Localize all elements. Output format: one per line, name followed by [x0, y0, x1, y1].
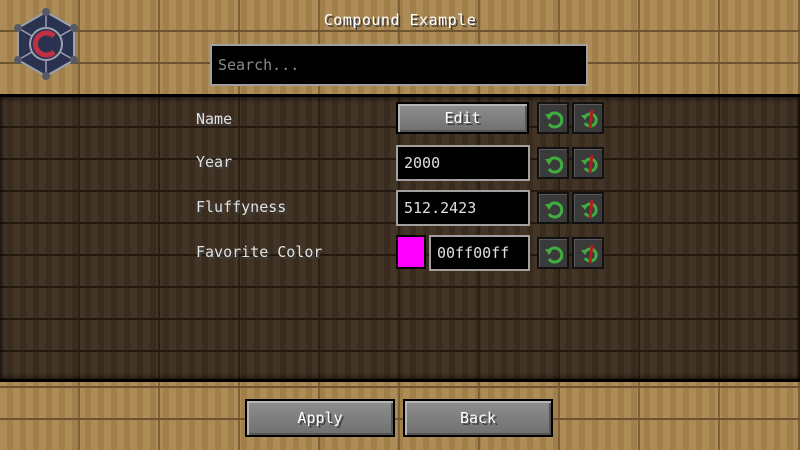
- config-row-year: Year 2000: [0, 145, 800, 181]
- undo-arrow-icon: [545, 111, 564, 129]
- fluffyness-input[interactable]: 512.2423: [396, 190, 530, 226]
- reset-default-icon: [581, 109, 598, 129]
- row-label: Name: [196, 110, 233, 128]
- config-row-name: Name Edit: [0, 102, 800, 136]
- config-row-fluffyness: Fluffyness 512.2423: [0, 190, 800, 226]
- undo-button[interactable]: [537, 147, 569, 179]
- reset-default-icon: [581, 199, 598, 219]
- row-label: Fluffyness: [196, 198, 287, 216]
- undo-arrow-icon: [545, 156, 564, 174]
- config-row-favorite-color: Favorite Color 00ff00ff: [0, 235, 800, 271]
- color-hex-input[interactable]: 00ff00ff: [429, 235, 530, 271]
- row-label: Year: [196, 153, 233, 171]
- reset-default-icon: [581, 154, 598, 174]
- undo-arrow-icon: [545, 246, 564, 264]
- row-label: Favorite Color: [196, 243, 323, 261]
- undo-button[interactable]: [537, 102, 569, 134]
- color-swatch[interactable]: [396, 235, 426, 269]
- reset-default-icon: [581, 244, 598, 264]
- undo-button[interactable]: [537, 237, 569, 269]
- footer-background: [0, 382, 800, 450]
- undo-button[interactable]: [537, 192, 569, 224]
- screen-title: Compound Example: [323, 11, 477, 29]
- reset-default-button[interactable]: [572, 192, 604, 224]
- reset-default-button[interactable]: [572, 102, 604, 134]
- year-input[interactable]: 2000: [396, 145, 530, 181]
- apply-button[interactable]: Apply: [245, 399, 395, 437]
- search-input[interactable]: [210, 44, 588, 86]
- edit-button[interactable]: Edit: [396, 102, 529, 134]
- back-button[interactable]: Back: [403, 399, 553, 437]
- reset-default-button[interactable]: [572, 237, 604, 269]
- undo-arrow-icon: [545, 201, 564, 219]
- reset-default-button[interactable]: [572, 147, 604, 179]
